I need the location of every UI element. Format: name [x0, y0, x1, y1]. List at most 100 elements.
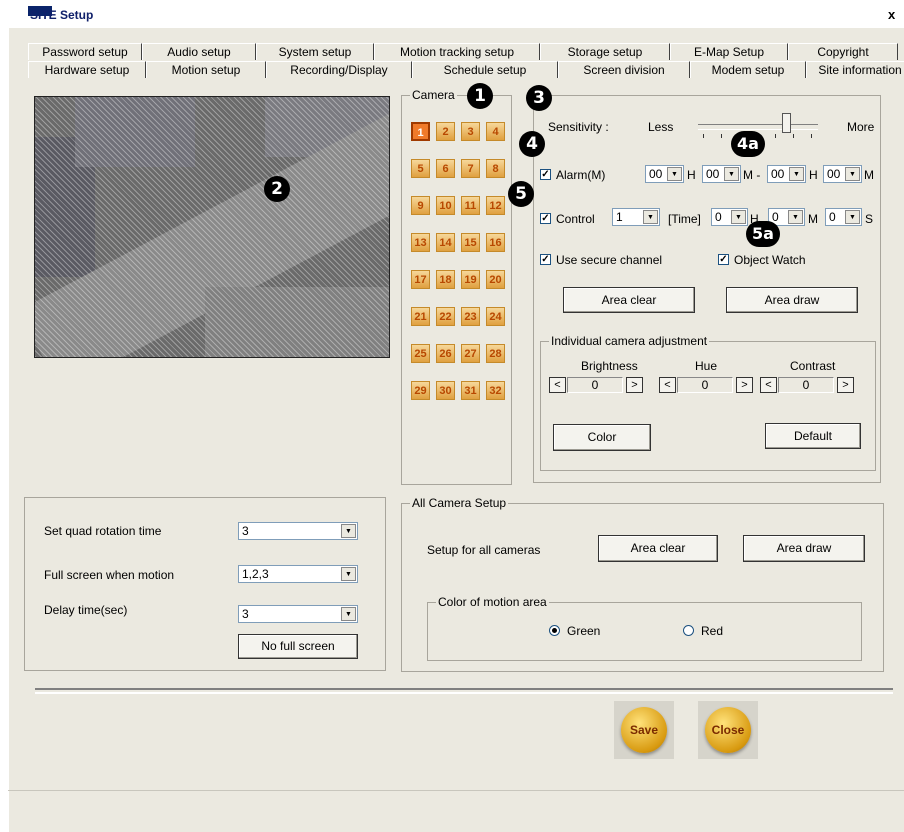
secure-channel-checkbox[interactable]: ✓	[540, 254, 551, 265]
tab-motion-tracking-setup[interactable]: Motion tracking setup	[374, 43, 540, 60]
tab-copyright[interactable]: Copyright	[788, 43, 898, 60]
area-clear-button[interactable]: Area clear	[563, 287, 695, 313]
close-button-frame: Close	[698, 701, 758, 759]
alarm-start-minute-select[interactable]: 00 ▼	[702, 165, 741, 183]
camera-button-3[interactable]: 3	[461, 122, 480, 141]
marker-4a: 4a	[731, 131, 765, 157]
red-radio[interactable]	[683, 625, 694, 636]
camera-button-6[interactable]: 6	[436, 159, 455, 178]
sensitivity-slider-thumb[interactable]	[782, 113, 791, 133]
hue-increase-button[interactable]: >	[736, 377, 753, 393]
marker-1: 1	[467, 83, 493, 109]
tab-modem-setup[interactable]: Modem setup	[690, 61, 806, 78]
camera-button-28[interactable]: 28	[486, 344, 505, 363]
control-time-label: [Time]	[668, 212, 701, 226]
camera-button-16[interactable]: 16	[486, 233, 505, 252]
chevron-down-icon: ▼	[845, 167, 860, 181]
quad-rotation-select[interactable]: 3 ▼	[238, 522, 358, 540]
object-watch-checkbox[interactable]: ✓	[718, 254, 729, 265]
tab-schedule-setup[interactable]: Schedule setup	[412, 61, 558, 78]
camera-button-13[interactable]: 13	[411, 233, 430, 252]
tab-password-setup[interactable]: Password setup	[28, 43, 142, 60]
camera-button-26[interactable]: 26	[436, 344, 455, 363]
close-icon[interactable]: x	[888, 7, 895, 22]
tab-recording-display[interactable]: Recording/Display	[266, 61, 412, 78]
tab-motion-setup[interactable]: Motion setup	[146, 61, 266, 78]
camera-button-2[interactable]: 2	[436, 122, 455, 141]
contrast-value: 0	[778, 377, 834, 393]
tab-site-information[interactable]: Site information	[806, 61, 904, 78]
camera-button-22[interactable]: 22	[436, 307, 455, 326]
chevron-down-icon: ▼	[731, 210, 746, 224]
chevron-down-icon: ▼	[788, 210, 803, 224]
camera-button-27[interactable]: 27	[461, 344, 480, 363]
control-second-select[interactable]: 0 ▼	[825, 208, 862, 226]
chevron-down-icon: ▼	[341, 567, 356, 581]
camera-button-12[interactable]: 12	[486, 196, 505, 215]
camera-button-29[interactable]: 29	[411, 381, 430, 400]
control-label: Control	[556, 212, 595, 226]
all-area-draw-button[interactable]: Area draw	[743, 535, 865, 562]
control-hour-select[interactable]: 0 ▼	[711, 208, 748, 226]
brightness-increase-button[interactable]: >	[626, 377, 643, 393]
camera-button-15[interactable]: 15	[461, 233, 480, 252]
tab-storage-setup[interactable]: Storage setup	[540, 43, 670, 60]
chevron-down-icon: ▼	[667, 167, 682, 181]
tab-system-setup[interactable]: System setup	[256, 43, 374, 60]
camera-button-18[interactable]: 18	[436, 270, 455, 289]
save-button[interactable]: Save	[621, 707, 667, 753]
delay-time-select[interactable]: 3 ▼	[238, 605, 358, 623]
alarm-end-minute-select[interactable]: 00 ▼	[823, 165, 862, 183]
control-checkbox[interactable]: ✓	[540, 213, 551, 224]
tab-emap-setup[interactable]: E-Map Setup	[670, 43, 788, 60]
tab-audio-setup[interactable]: Audio setup	[142, 43, 256, 60]
brightness-decrease-button[interactable]: <	[549, 377, 566, 393]
camera-button-19[interactable]: 19	[461, 270, 480, 289]
setup-all-cameras-label: Setup for all cameras	[427, 543, 541, 557]
camera-button-14[interactable]: 14	[436, 233, 455, 252]
camera-button-21[interactable]: 21	[411, 307, 430, 326]
default-button[interactable]: Default	[765, 423, 861, 449]
camera-button-7[interactable]: 7	[461, 159, 480, 178]
tab-screen-division[interactable]: Screen division	[558, 61, 690, 78]
marker-5a: 5a	[746, 221, 780, 247]
contrast-decrease-button[interactable]: <	[760, 377, 777, 393]
alarm-checkbox[interactable]: ✓	[540, 169, 551, 180]
all-area-clear-button[interactable]: Area clear	[598, 535, 718, 562]
hue-decrease-button[interactable]: <	[659, 377, 676, 393]
alarm-start-hour-select[interactable]: 00 ▼	[645, 165, 684, 183]
no-full-screen-button[interactable]: No full screen	[238, 634, 358, 659]
close-button[interactable]: Close	[705, 707, 751, 753]
area-draw-button[interactable]: Area draw	[726, 287, 858, 313]
camera-button-10[interactable]: 10	[436, 196, 455, 215]
control-select[interactable]: 1 ▼	[612, 208, 660, 226]
camera-preview[interactable]	[34, 96, 390, 358]
color-button[interactable]: Color	[553, 424, 651, 451]
marker-5: 5	[508, 181, 534, 207]
camera-button-25[interactable]: 25	[411, 344, 430, 363]
green-radio[interactable]	[549, 625, 560, 636]
camera-button-8[interactable]: 8	[486, 159, 505, 178]
camera-button-23[interactable]: 23	[461, 307, 480, 326]
motion-area-color-group: Color of motion area	[427, 595, 862, 661]
tab-row-top: Password setup Audio setup System setup …	[28, 43, 898, 60]
camera-button-24[interactable]: 24	[486, 307, 505, 326]
camera-button-9[interactable]: 9	[411, 196, 430, 215]
contrast-increase-button[interactable]: >	[837, 377, 854, 393]
alarm-end-hour-select[interactable]: 00 ▼	[767, 165, 806, 183]
camera-button-4[interactable]: 4	[486, 122, 505, 141]
camera-button-31[interactable]: 31	[461, 381, 480, 400]
contrast-label: Contrast	[790, 359, 836, 373]
brightness-label: Brightness	[581, 359, 638, 373]
camera-button-11[interactable]: 11	[461, 196, 480, 215]
quad-rotation-label: Set quad rotation time	[44, 524, 162, 538]
fullscreen-motion-select[interactable]: 1,2,3 ▼	[238, 565, 358, 583]
camera-button-32[interactable]: 32	[486, 381, 505, 400]
camera-grid: 1 2 3 4 5 6 7 8 9 10 11 12 13 14 15 16 17 18 19 20 21 22 23 24 2…	[411, 122, 511, 400]
camera-button-1[interactable]: 1	[411, 122, 430, 141]
camera-button-20[interactable]: 20	[486, 270, 505, 289]
camera-button-17[interactable]: 17	[411, 270, 430, 289]
camera-button-30[interactable]: 30	[436, 381, 455, 400]
camera-button-5[interactable]: 5	[411, 159, 430, 178]
tab-hardware-setup[interactable]: Hardware setup	[28, 61, 146, 78]
